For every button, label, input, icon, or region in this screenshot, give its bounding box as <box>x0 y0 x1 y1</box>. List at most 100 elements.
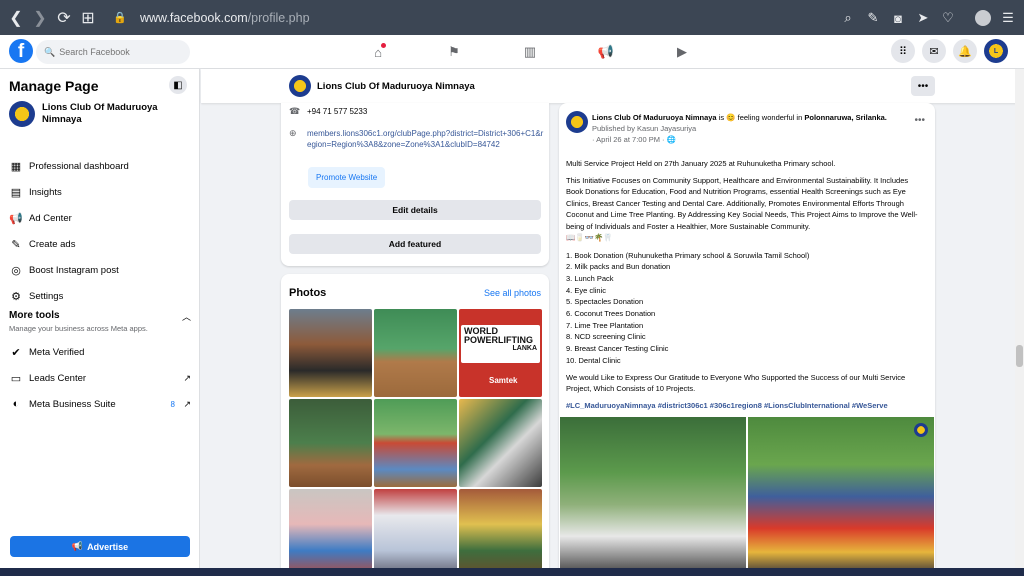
heart-icon[interactable]: ♡ <box>938 6 958 30</box>
photo-thumbnail[interactable] <box>459 489 542 576</box>
photo-thumbnail[interactable] <box>374 309 457 397</box>
more-options-button[interactable]: ••• <box>911 76 935 96</box>
page-scrollbar[interactable] <box>1015 69 1024 576</box>
page-title: Lions Club Of Maduruoya Nimnaya <box>317 81 475 92</box>
post-hashtags[interactable]: #LC_MaduruoyaNimnaya #district306c1 #306… <box>566 400 926 412</box>
more-tools-section[interactable]: More tools Manage your business across M… <box>9 310 191 333</box>
tabs-grid-icon[interactable]: ⊞ <box>76 6 100 30</box>
external-link-icon: ↗ <box>183 372 191 383</box>
powerlifting-banner: WORLD POWERLIFTING LANKA <box>461 325 540 363</box>
search-icon: 🔍 <box>44 46 56 57</box>
photos-title: Photos <box>289 287 327 299</box>
gear-icon: ⚙ <box>11 290 21 303</box>
promote-website-button[interactable]: Promote Website <box>308 167 386 188</box>
chevron-up-icon[interactable]: ︿ <box>182 310 191 323</box>
globe-icon: ⊕ <box>289 128 297 138</box>
add-featured-button[interactable]: Add featured <box>289 234 541 254</box>
verified-icon: ✔ <box>11 346 21 359</box>
facebook-top-nav: f 🔍 ⌂ ⚑ ▥ 📢 ▶ ⠿ ✉ 🔔 L <box>0 35 1024 69</box>
post-paragraph: This Initiative Focuses on Community Sup… <box>566 175 918 231</box>
post-photo[interactable] <box>748 417 934 576</box>
sidebar-item-leads-center[interactable]: ▭ Leads Center ↗ <box>9 365 191 391</box>
forward-icon[interactable]: ❯ <box>28 6 52 30</box>
camera-icon[interactable]: ◙ <box>888 6 908 30</box>
sidebar-item-ad-center[interactable]: 📢 Ad Center <box>9 205 191 231</box>
photo-thumbnail[interactable] <box>374 489 457 576</box>
website-row: ⊕ members.lions306c1.org/clubPage.php?di… <box>289 128 547 150</box>
lock-icon: 🔒 <box>113 12 127 24</box>
leads-icon: ▭ <box>10 372 22 385</box>
sidebar-item-create-ads[interactable]: ✎ Create ads <box>9 231 191 257</box>
lions-club-logo-icon <box>566 111 588 133</box>
url-domain: www.facebook.com <box>140 10 248 25</box>
search-box[interactable]: 🔍 <box>36 40 190 64</box>
sidebar-item-label: Ad Center <box>29 212 72 224</box>
advertise-button[interactable]: 📢 Advertise <box>10 536 190 557</box>
sidebar-item-insights[interactable]: ▤ Insights <box>9 179 191 205</box>
notification-dot <box>381 43 386 48</box>
photo-thumbnail[interactable] <box>289 399 372 487</box>
flag-icon[interactable]: ⚑ <box>416 41 492 63</box>
collapse-sidebar-icon[interactable]: ◧ <box>169 76 187 94</box>
photos-card: Photos See all photos WORLD POWERLIFTING… <box>281 274 549 576</box>
post-thanks: We would Like to Express Our Gratitude t… <box>566 372 906 394</box>
business-suite-icon: ◐ <box>12 398 20 410</box>
list-item: 7. Lime Tree Plantation <box>566 320 644 330</box>
messenger-icon[interactable]: ✉ <box>922 39 946 63</box>
megaphone-nav-icon[interactable]: 📢 <box>568 41 644 63</box>
advertise-label: Advertise <box>87 541 129 552</box>
insights-icon: ▤ <box>10 186 22 199</box>
post-emoji-line: 📖🥛👓🌴🦷 <box>566 233 613 242</box>
sidebar-item-boost-instagram[interactable]: ◎ Boost Instagram post <box>9 257 191 283</box>
megaphone-icon: 📢 <box>9 212 23 225</box>
facebook-logo-icon[interactable]: f <box>9 39 33 63</box>
menu-icon[interactable]: ☰ <box>998 6 1018 30</box>
sidebar-item-label: Professional dashboard <box>29 160 129 172</box>
photo-thumbnail[interactable] <box>289 489 372 576</box>
manage-page-sidebar: Manage Page ◧ Lions Club Of Maduruoya Ni… <box>0 69 200 576</box>
photo-thumbnail[interactable] <box>289 309 372 397</box>
lions-logo-watermark-icon <box>914 423 928 437</box>
home-icon[interactable]: ⌂ <box>340 41 416 63</box>
see-all-photos-link[interactable]: See all photos <box>484 288 541 298</box>
reload-icon[interactable]: ⟳ <box>52 6 76 30</box>
list-item: 8. NCD screening Clinic <box>566 332 646 342</box>
page-name: Lions Club Of Maduruoya Nimnaya <box>42 102 158 125</box>
website-link[interactable]: members.lions306c1.org/clubPage.php?dist… <box>307 128 547 150</box>
video-icon[interactable]: ▶ <box>644 41 720 63</box>
sidebar-item-meta-verified[interactable]: ✔ Meta Verified <box>9 339 191 365</box>
photo-thumbnail[interactable] <box>459 399 542 487</box>
address-bar[interactable]: www.facebook.com/profile.php <box>140 11 310 25</box>
post-author[interactable]: Lions Club Of Maduruoya Nimnaya <box>592 113 717 122</box>
edit-details-button[interactable]: Edit details <box>289 200 541 220</box>
post-options-icon[interactable]: ••• <box>914 115 925 126</box>
sidebar-item-label: Create ads <box>29 238 76 250</box>
sidebar-item-professional-dashboard[interactable]: ▦ Professional dashboard <box>9 153 191 179</box>
profile-icon[interactable] <box>973 6 993 30</box>
post-date[interactable]: · April 26 at 7:00 PM · 🌐 <box>592 134 912 145</box>
post-photo[interactable] <box>560 417 746 576</box>
notifications-bell-icon[interactable]: 🔔 <box>953 39 977 63</box>
photo-thumbnail[interactable] <box>374 399 457 487</box>
insights-nav-icon[interactable]: ▥ <box>492 41 568 63</box>
lions-club-logo-icon <box>289 75 311 97</box>
sidebar-item-meta-business-suite[interactable]: ◐ Meta Business Suite 8 ↗ <box>9 391 191 417</box>
search-input[interactable] <box>59 47 180 57</box>
back-icon[interactable]: ❮ <box>4 6 28 30</box>
edit-icon: ✎ <box>11 238 21 251</box>
apps-grid-icon[interactable]: ⠿ <box>891 39 915 63</box>
post-body: Multi Service Project Held on 27th Janua… <box>566 158 926 416</box>
search-page-icon[interactable]: ⌕ <box>838 6 858 30</box>
os-taskbar <box>0 568 1024 576</box>
list-item: 9. Breast Cancer Testing Clinic <box>566 344 669 354</box>
photo-thumbnail[interactable]: WORLD POWERLIFTING LANKA Samtek <box>459 309 542 397</box>
page-switcher[interactable]: Lions Club Of Maduruoya Nimnaya <box>9 101 162 127</box>
post-feeling: is 😊 feeling wonderful in <box>718 113 803 122</box>
send-icon[interactable]: ➤ <box>913 6 933 30</box>
edit-icon[interactable]: ✎ <box>863 6 883 30</box>
post-location[interactable]: Polonnaruwa, Srilanka. <box>804 113 887 122</box>
sidebar-item-settings[interactable]: ⚙ Settings <box>9 283 191 309</box>
post-images <box>560 417 934 576</box>
page-avatar-icon[interactable]: L <box>984 39 1008 63</box>
scrollbar-thumb[interactable] <box>1016 345 1023 367</box>
